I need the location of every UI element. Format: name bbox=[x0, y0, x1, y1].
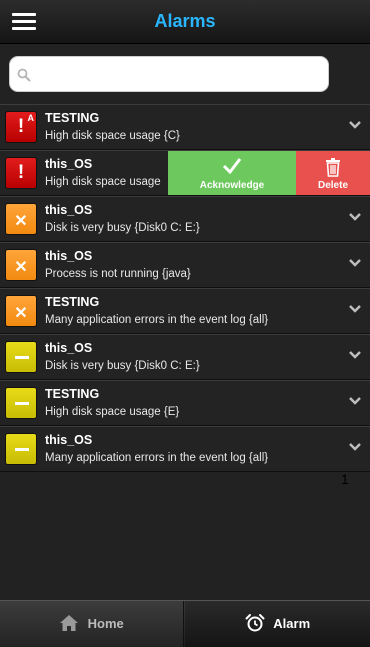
alarm-host: TESTING bbox=[45, 295, 100, 309]
alarm-row[interactable]: this_OS Disk is very busy {Disk0 C: E:} bbox=[0, 334, 370, 380]
alarm-clock-icon bbox=[245, 614, 265, 632]
alarm-message: Disk is very busy {Disk0 C: E:} bbox=[45, 222, 200, 234]
alarm-host: this_OS bbox=[45, 249, 93, 263]
alarm-row[interactable]: ! A TESTING High disk space usage {C} bbox=[0, 104, 370, 150]
delete-button[interactable]: Delete bbox=[296, 151, 370, 195]
major-severity-icon: ✕ bbox=[5, 203, 37, 235]
chevron-down-icon[interactable] bbox=[348, 120, 362, 130]
alarm-message: Many application errors in the event log… bbox=[45, 452, 269, 464]
alarm-row[interactable]: ! this_OS High disk space usage Acknowle… bbox=[0, 150, 370, 196]
alarm-row[interactable]: TESTING High disk space usage {E} bbox=[0, 380, 370, 426]
chevron-down-icon[interactable] bbox=[348, 350, 362, 360]
alarm-message: Process is not running {java} bbox=[45, 268, 191, 280]
search-bar bbox=[0, 44, 370, 104]
page-number: 1 bbox=[341, 471, 349, 487]
alarm-message: High disk space usage bbox=[45, 176, 161, 188]
alarm-host: TESTING bbox=[45, 111, 100, 125]
bottom-tab-bar: Home Alarm bbox=[0, 600, 370, 647]
app-header: Alarms bbox=[0, 0, 370, 44]
home-icon bbox=[60, 615, 79, 631]
alarm-row[interactable]: ✕ this_OS Disk is very busy {Disk0 C: E:… bbox=[0, 196, 370, 242]
alarm-host: this_OS bbox=[45, 157, 93, 171]
search-box[interactable] bbox=[9, 56, 329, 92]
alarm-row[interactable]: this_OS Many application errors in the e… bbox=[0, 426, 370, 472]
alarm-message: Many application errors in the event log… bbox=[45, 314, 269, 326]
acknowledge-button[interactable]: Acknowledge bbox=[168, 151, 296, 195]
search-input[interactable] bbox=[38, 63, 323, 87]
alarm-row[interactable]: ✕ this_OS Process is not running {java} bbox=[0, 242, 370, 288]
tab-alarm[interactable]: Alarm bbox=[185, 601, 370, 647]
chevron-down-icon[interactable] bbox=[348, 304, 362, 314]
chevron-down-icon[interactable] bbox=[348, 212, 362, 222]
critical-severity-icon: ! A bbox=[5, 111, 37, 143]
alarm-list: ! A TESTING High disk space usage {C} ! … bbox=[0, 104, 370, 472]
alarm-host: this_OS bbox=[45, 203, 93, 217]
alarm-host: TESTING bbox=[45, 387, 100, 401]
major-severity-icon: ✕ bbox=[5, 295, 37, 327]
chevron-down-icon[interactable] bbox=[348, 258, 362, 268]
acknowledge-label: Acknowledge bbox=[199, 180, 265, 191]
checkmark-icon bbox=[222, 158, 242, 175]
alarm-host: this_OS bbox=[45, 433, 93, 447]
swipe-actions: Acknowledge Delete bbox=[168, 151, 370, 195]
tab-alarm-label: Alarm bbox=[273, 615, 311, 631]
alarm-host: this_OS bbox=[45, 341, 93, 355]
chevron-down-icon[interactable] bbox=[348, 396, 362, 406]
trash-icon bbox=[326, 158, 340, 177]
minor-severity-icon bbox=[5, 433, 37, 465]
tab-home[interactable]: Home bbox=[0, 601, 184, 647]
page-title: Alarms bbox=[154, 11, 216, 31]
alarm-message: High disk space usage {C} bbox=[45, 130, 180, 142]
alarm-row[interactable]: ✕ TESTING Many application errors in the… bbox=[0, 288, 370, 334]
chevron-down-icon[interactable] bbox=[348, 442, 362, 452]
alarm-message: Disk is very busy {Disk0 C: E:} bbox=[45, 360, 200, 372]
severity-badge: A bbox=[27, 113, 35, 123]
delete-label: Delete bbox=[317, 180, 348, 191]
minor-severity-icon bbox=[5, 341, 37, 373]
tab-home-label: Home bbox=[87, 615, 124, 631]
alarm-message: High disk space usage {E} bbox=[45, 406, 180, 418]
major-severity-icon: ✕ bbox=[5, 249, 37, 281]
search-icon bbox=[17, 68, 31, 82]
critical-severity-icon: ! bbox=[5, 157, 37, 189]
minor-severity-icon bbox=[5, 387, 37, 419]
